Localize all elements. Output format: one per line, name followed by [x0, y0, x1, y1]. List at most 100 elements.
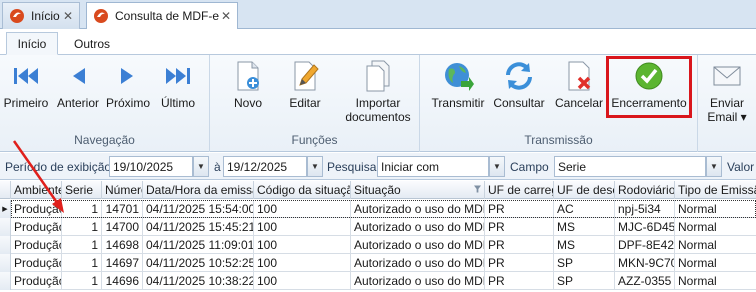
- current-row-indicator-icon[interactable]: ▶: [0, 200, 11, 218]
- table-cell[interactable]: PR: [485, 218, 554, 236]
- encerramento-button[interactable]: Encerramento: [606, 56, 692, 118]
- table-cell[interactable]: Produção: [11, 200, 62, 218]
- table-row[interactable]: Produção 1 14698 04/11/2025 11:09:01 100 Auto…: [0, 236, 756, 254]
- table-cell[interactable]: Produção: [11, 236, 62, 254]
- ribbon-tab-outros[interactable]: Outros: [64, 32, 120, 55]
- primeiro-button[interactable]: Primeiro: [4, 59, 48, 110]
- row-indicator[interactable]: [0, 272, 11, 290]
- table-cell[interactable]: Normal: [675, 218, 756, 236]
- table-cell[interactable]: Normal: [675, 272, 756, 290]
- filter-icon[interactable]: [474, 185, 481, 193]
- table-cell[interactable]: Produção: [11, 254, 62, 272]
- table-cell[interactable]: SP: [554, 254, 615, 272]
- table-cell[interactable]: 1: [62, 236, 102, 254]
- table-cell[interactable]: 1: [62, 200, 102, 218]
- table-cell[interactable]: Normal: [675, 254, 756, 272]
- last-record-icon: [166, 68, 190, 84]
- doc-tab-consulta-mdfe[interactable]: Consulta de MDF-e ✕: [86, 2, 238, 30]
- table-cell[interactable]: PR: [485, 236, 554, 254]
- table-cell[interactable]: Autorizado o uso do MDF-e: [351, 272, 485, 290]
- table-cell[interactable]: 14700: [102, 218, 143, 236]
- table-cell[interactable]: npj-5i34: [615, 200, 675, 218]
- table-cell[interactable]: PR: [485, 254, 554, 272]
- table-cell[interactable]: 14697: [102, 254, 143, 272]
- table-cell[interactable]: Autorizado o uso do MDF-e: [351, 200, 485, 218]
- table-cell[interactable]: 04/11/2025 11:09:01: [143, 236, 254, 254]
- row-indicator[interactable]: [0, 236, 11, 254]
- table-cell[interactable]: 100: [254, 254, 351, 272]
- importar-documentos-button[interactable]: Importar documentos: [340, 59, 416, 124]
- table-row[interactable]: Produção 1 14696 04/11/2025 10:38:22 100 Auto…: [0, 272, 756, 290]
- table-cell[interactable]: 100: [254, 200, 351, 218]
- doc-tab-label: Início: [31, 9, 60, 23]
- filter-bar: Período de exibição 19/10/2025 ▼ à 19/12…: [0, 153, 756, 180]
- table-cell[interactable]: PR: [485, 272, 554, 290]
- table-cell[interactable]: MS: [554, 218, 615, 236]
- table-cell[interactable]: Produção: [11, 272, 62, 290]
- table-cell[interactable]: PR: [485, 200, 554, 218]
- date-to-dropdown[interactable]: ▼: [307, 156, 323, 177]
- table-cell[interactable]: 04/11/2025 10:52:25: [143, 254, 254, 272]
- table-cell[interactable]: DPF-8E42: [615, 236, 675, 254]
- campo-select[interactable]: Serie: [554, 156, 706, 177]
- table-cell[interactable]: 14698: [102, 236, 143, 254]
- table-cell[interactable]: Autorizado o uso do MDF-e: [351, 236, 485, 254]
- column-header[interactable]: Data/Hora da emissão: [143, 181, 254, 199]
- table-cell[interactable]: 1: [62, 254, 102, 272]
- table-cell[interactable]: 14696: [102, 272, 143, 290]
- cancelar-button[interactable]: Cancelar: [554, 59, 604, 110]
- column-header[interactable]: Ambiente: [11, 181, 62, 199]
- table-cell[interactable]: MJC-6D45: [615, 218, 675, 236]
- column-header[interactable]: Rodoviário -: [615, 181, 675, 199]
- novo-button[interactable]: Novo: [228, 59, 268, 110]
- table-cell[interactable]: 04/11/2025 15:54:00: [143, 200, 254, 218]
- proximo-button[interactable]: Próximo: [104, 59, 152, 110]
- table-cell[interactable]: 1: [62, 218, 102, 236]
- pesquisa-dropdown[interactable]: ▼: [489, 156, 505, 177]
- table-cell[interactable]: Autorizado o uso do MDF-e: [351, 254, 485, 272]
- table-cell[interactable]: SP: [554, 272, 615, 290]
- table-cell[interactable]: MKN-9C70: [615, 254, 675, 272]
- row-indicator[interactable]: [0, 218, 11, 236]
- table-row[interactable]: ▶ Produção 1 14701 04/11/2025 15:54:00 100 Aut…: [0, 200, 756, 218]
- table-row[interactable]: Produção 1 14697 04/11/2025 10:52:25 100 Auto…: [0, 254, 756, 272]
- table-cell[interactable]: 04/11/2025 10:38:22: [143, 272, 254, 290]
- column-header[interactable]: Serie: [62, 181, 102, 199]
- consultar-button[interactable]: Consultar: [490, 59, 548, 110]
- table-cell[interactable]: 04/11/2025 15:45:21: [143, 218, 254, 236]
- table-cell[interactable]: MS: [554, 236, 615, 254]
- column-header[interactable]: Tipo de Emissão: [675, 181, 756, 199]
- close-icon[interactable]: ✕: [221, 9, 231, 23]
- doc-tab-inicio[interactable]: Início ✕: [2, 2, 80, 29]
- enviar-email-button[interactable]: Enviar Email ▾: [702, 59, 752, 124]
- ribbon-tab-inicio[interactable]: Início: [6, 32, 58, 55]
- table-cell[interactable]: 100: [254, 218, 351, 236]
- transmitir-button[interactable]: Transmitir: [430, 59, 486, 110]
- column-header[interactable]: Número: [102, 181, 143, 199]
- table-cell[interactable]: Produção: [11, 218, 62, 236]
- column-header-situacao[interactable]: Situação: [351, 181, 485, 199]
- anterior-button[interactable]: Anterior: [54, 59, 102, 110]
- pesquisa-select[interactable]: Iniciar com: [377, 156, 489, 177]
- date-from-dropdown[interactable]: ▼: [193, 156, 209, 177]
- table-cell[interactable]: 100: [254, 272, 351, 290]
- table-cell[interactable]: Normal: [675, 200, 756, 218]
- campo-dropdown[interactable]: ▼: [706, 156, 722, 177]
- table-cell[interactable]: 14701: [102, 200, 143, 218]
- table-cell[interactable]: 100: [254, 236, 351, 254]
- date-from-input[interactable]: 19/10/2025: [109, 156, 193, 177]
- column-header[interactable]: UF de carrega: [485, 181, 554, 199]
- date-to-input[interactable]: 19/12/2025: [223, 156, 307, 177]
- close-icon[interactable]: ✕: [63, 9, 73, 23]
- row-indicator[interactable]: [0, 254, 11, 272]
- table-cell[interactable]: Autorizado o uso do MDF-e: [351, 218, 485, 236]
- table-cell[interactable]: Normal: [675, 236, 756, 254]
- column-header[interactable]: UF de desca: [554, 181, 615, 199]
- table-row[interactable]: Produção 1 14700 04/11/2025 15:45:21 100 Auto…: [0, 218, 756, 236]
- table-cell[interactable]: AC: [554, 200, 615, 218]
- ultimo-button[interactable]: Último: [156, 59, 200, 110]
- editar-button[interactable]: Editar: [282, 59, 328, 110]
- column-header[interactable]: Código da situação: [254, 181, 351, 199]
- table-cell[interactable]: 1: [62, 272, 102, 290]
- table-cell[interactable]: AZZ-0355: [615, 272, 675, 290]
